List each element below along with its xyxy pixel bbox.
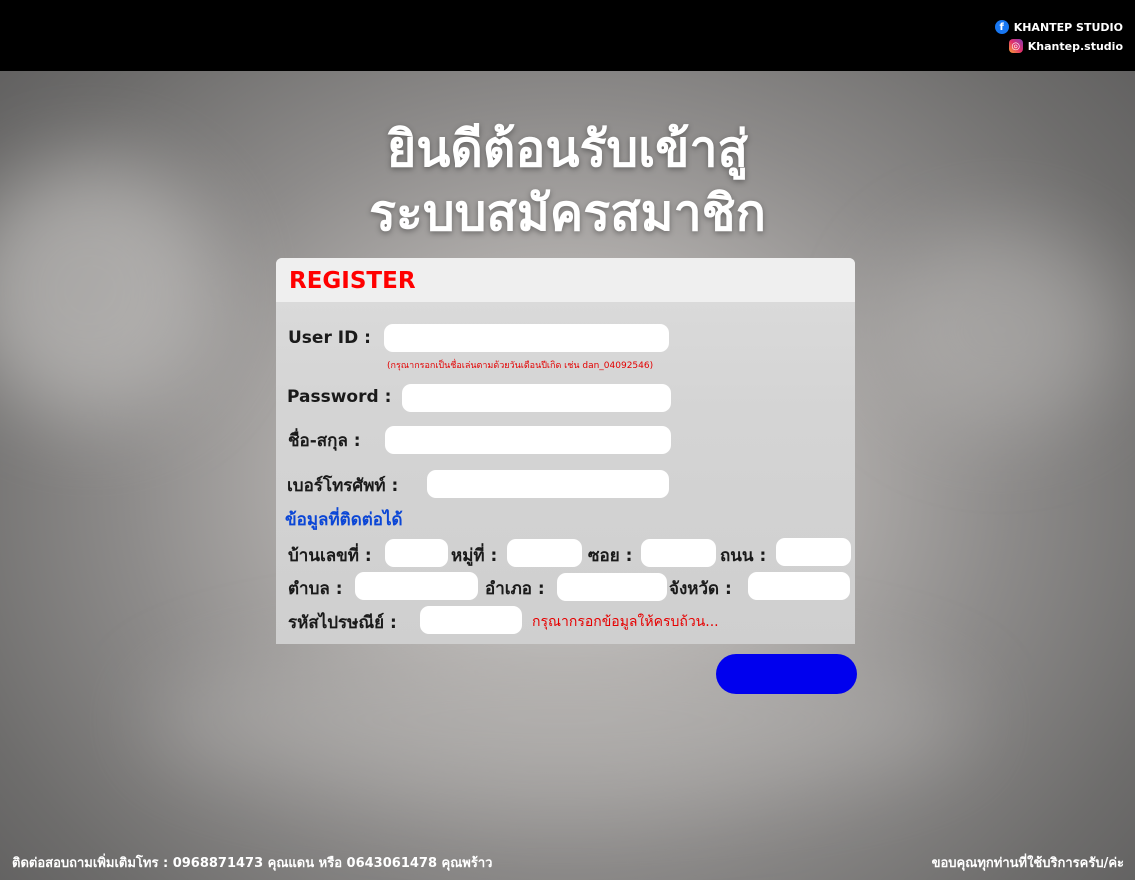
subdistrict-label: ตำบล : <box>288 579 343 599</box>
facebook-label: KHANTEP STUDIO <box>1013 20 1123 34</box>
district-label: อำเภอ : <box>485 579 545 599</box>
facebook-icon: f <box>994 20 1009 34</box>
required-note: กรุณากรอกข้อมูลให้ครบถ้วน... <box>532 614 719 630</box>
submit-button[interactable] <box>716 654 857 694</box>
phone-label: เบอร์โทรศัพท์ : <box>287 476 399 496</box>
road-input[interactable] <box>776 538 851 566</box>
fullname-label: ชื่อ-สกุล : <box>288 431 361 451</box>
instagram-label: Khantep.studio <box>1027 39 1123 53</box>
user-id-input[interactable] <box>384 324 669 352</box>
top-bar: f KHANTEP STUDIO ◎ Khantep.studio <box>0 0 1135 71</box>
welcome-title-line1: ยินดีต้อนรับเข้าสู่ <box>386 120 749 178</box>
house-no-label: บ้านเลขที่ : <box>288 546 372 566</box>
soi-input[interactable] <box>641 539 716 567</box>
user-id-hint: (กรุณากรอกเป็นชื่อเล่นตามด้วยวันเดือนปีเ… <box>387 361 654 371</box>
instagram-icon: ◎ <box>1008 39 1023 53</box>
contact-section-title: ข้อมูลที่ติดต่อได้ <box>285 510 403 530</box>
footer-contact: ติดต่อสอบถามเพิ่มเติมโทร : 0968871473 คุ… <box>12 856 493 871</box>
instagram-link[interactable]: ◎ Khantep.studio <box>1008 39 1123 53</box>
background-blur <box>880 230 1120 430</box>
facebook-link[interactable]: f KHANTEP STUDIO <box>994 20 1123 34</box>
district-input[interactable] <box>557 573 667 601</box>
phone-input[interactable] <box>427 470 669 498</box>
moo-input[interactable] <box>507 539 582 567</box>
register-heading: REGISTER <box>289 268 416 294</box>
soi-label: ซอย : <box>588 546 633 566</box>
postcode-input[interactable] <box>420 606 522 634</box>
road-label: ถนน : <box>720 546 767 566</box>
fullname-input[interactable] <box>385 426 671 454</box>
password-label: Password : <box>287 387 392 407</box>
province-label: จังหวัด : <box>669 579 732 599</box>
footer-thanks: ขอบคุณทุกท่านที่ใช้บริการครับ/ค่ะ <box>931 856 1124 871</box>
password-input[interactable] <box>402 384 671 412</box>
postcode-label: รหัสไปรษณีย์ : <box>288 613 397 633</box>
user-id-label: User ID : <box>288 328 371 348</box>
welcome-title-line2: ระบบสมัครสมาชิก <box>369 184 766 242</box>
register-card-header: REGISTER <box>276 258 855 302</box>
house-no-input[interactable] <box>385 539 448 567</box>
moo-label: หมู่ที่ : <box>451 546 498 566</box>
subdistrict-input[interactable] <box>355 572 478 600</box>
register-card: REGISTER User ID : (กรุณากรอกเป็นชื่อเล่… <box>276 258 855 644</box>
province-input[interactable] <box>748 572 850 600</box>
